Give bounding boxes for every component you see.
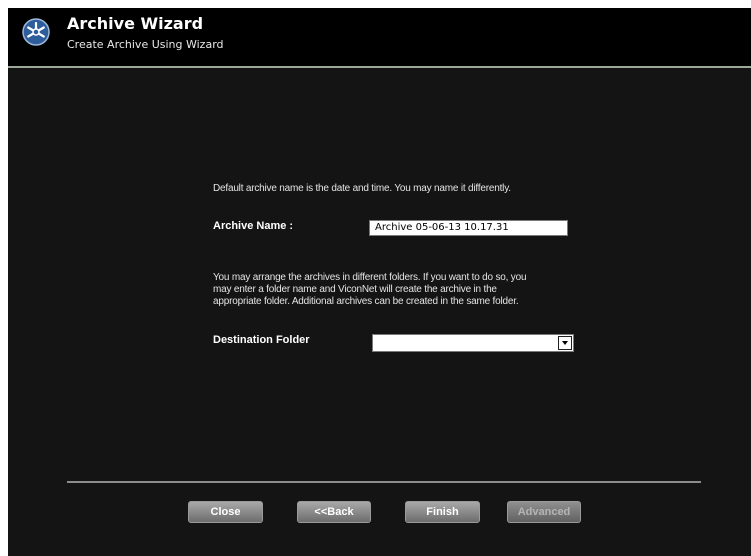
folder-help-line-3: appropriate folder. Additional archives … <box>213 296 519 307</box>
back-button[interactable]: <<Back <box>297 501 371 523</box>
folder-help-line-1: You may arrange the archives in differen… <box>213 272 527 283</box>
archive-name-input[interactable]: Archive 05-06-13 10.17.31 <box>369 220 568 236</box>
destination-folder-dropdown[interactable] <box>372 334 574 352</box>
wizard-header: Archive Wizard Create Archive Using Wiza… <box>8 8 751 66</box>
finish-button[interactable]: Finish <box>405 501 480 523</box>
folder-help-line-2: may enter a folder name and ViconNet wil… <box>213 284 497 295</box>
wizard-title: Archive Wizard <box>67 14 204 33</box>
wizard-subtitle: Create Archive Using Wizard <box>67 38 224 51</box>
header-divider <box>8 66 751 68</box>
close-button[interactable]: Close <box>188 501 263 523</box>
archive-name-label: Archive Name : <box>213 220 294 232</box>
viconnet-logo-icon <box>22 18 50 46</box>
chevron-down-icon[interactable] <box>558 336 572 350</box>
intro-text: Default archive name is the date and tim… <box>213 183 511 194</box>
destination-folder-label: Destination Folder <box>213 334 310 346</box>
footer-divider <box>67 481 701 483</box>
advanced-button[interactable]: Advanced <box>507 501 581 523</box>
archive-wizard-window: Archive Wizard Create Archive Using Wiza… <box>8 8 751 556</box>
